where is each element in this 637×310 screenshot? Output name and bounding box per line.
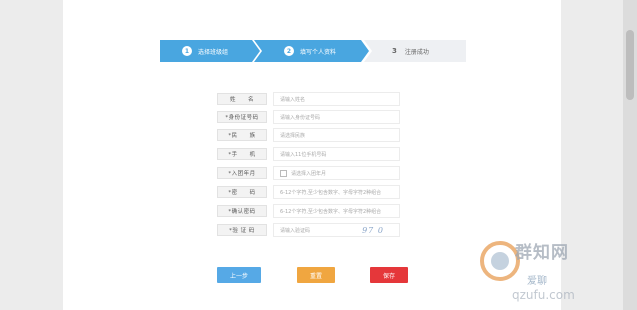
join-date-input[interactable]: 请选择入团年月 xyxy=(273,166,400,180)
step-label: 选择班级组 xyxy=(198,48,229,56)
join-date-label: *入团年月 xyxy=(217,167,267,179)
form-row-id: *身份证号码 请输入身份证号码 xyxy=(217,110,407,124)
phone-label: *手 机 xyxy=(217,148,267,160)
form-row-captcha: *验 证 码 请输入验证码 97 0 xyxy=(217,223,407,237)
form-row-confirm-password: *确认密码 6-12个字符,至少包含数字、字母字符2种组合 xyxy=(217,204,407,218)
confirm-password-label: *确认密码 xyxy=(217,205,267,217)
form-row-ethnicity: *民 族 请选择民族 xyxy=(217,128,407,142)
ethnicity-label: *民 族 xyxy=(217,129,267,141)
password-label: *密 码 xyxy=(217,186,267,198)
step-select-class: 1 选择班级组 xyxy=(160,40,260,62)
step-register-success: 3 注册成功 xyxy=(364,40,466,62)
join-date-placeholder: 请选择入团年月 xyxy=(291,170,327,177)
reset-button[interactable]: 重置 xyxy=(297,267,335,283)
prev-step-button[interactable]: 上一步 xyxy=(217,267,261,283)
scrollbar-thumb[interactable] xyxy=(626,30,634,100)
scrollbar[interactable] xyxy=(623,0,637,310)
step-label: 注册成功 xyxy=(404,48,429,56)
captcha-label: *验 证 码 xyxy=(217,224,267,236)
name-label: 姓 名 xyxy=(217,93,267,105)
phone-input[interactable]: 请输入11位手机号码 xyxy=(273,147,400,161)
captcha-image[interactable]: 97 0 xyxy=(355,223,391,237)
watermark-url: qzufu.com xyxy=(512,288,575,302)
id-number-input[interactable]: 请输入身份证号码 xyxy=(273,110,400,124)
watermark-text: 群知网 xyxy=(515,243,569,263)
form-row-name: 姓 名 请输入姓名 xyxy=(217,92,407,106)
form-row-join-date: *入团年月 请选择入团年月 xyxy=(217,166,407,180)
step-number: 1 xyxy=(182,46,192,56)
password-input[interactable]: 6-12个字符,至少包含数字、字母字符2种组合 xyxy=(273,185,400,199)
id-number-label: *身份证号码 xyxy=(217,111,267,123)
step-number: 2 xyxy=(284,46,294,56)
form-row-password: *密 码 6-12个字符,至少包含数字、字母字符2种组合 xyxy=(217,185,407,199)
step-fill-info: 2 填写个人资料 xyxy=(254,40,369,62)
ethnicity-select[interactable]: 请选择民族 xyxy=(273,128,400,142)
save-button[interactable]: 保存 xyxy=(370,267,408,283)
calendar-icon xyxy=(280,169,287,177)
name-input[interactable]: 请输入姓名 xyxy=(273,92,400,106)
step-label: 填写个人资料 xyxy=(300,48,337,56)
form-row-phone: *手 机 请输入11位手机号码 xyxy=(217,147,407,161)
step-number: 3 xyxy=(392,47,397,55)
watermark-text: 爱聊 xyxy=(527,276,547,287)
confirm-password-input[interactable]: 6-12个字符,至少包含数字、字母字符2种组合 xyxy=(273,204,400,218)
watermark: 群知网 爱聊 qzufu.com xyxy=(475,236,625,308)
